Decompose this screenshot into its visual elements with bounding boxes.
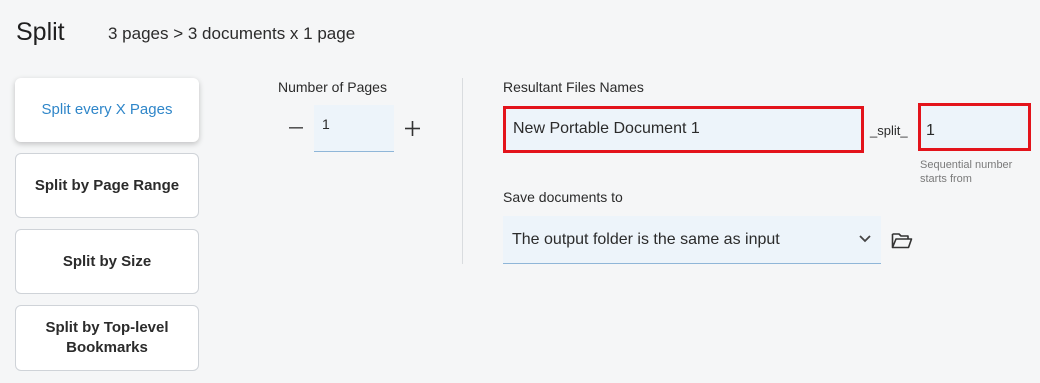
mode-split-by-bookmarks-button[interactable]: Split by Top-level Bookmarks	[15, 305, 199, 371]
vertical-divider	[462, 78, 463, 264]
sequence-start-input[interactable]	[918, 103, 1031, 151]
increment-button[interactable]	[399, 114, 425, 142]
number-of-pages-input[interactable]	[314, 105, 394, 152]
mode-split-by-size-button[interactable]: Split by Size	[15, 229, 199, 294]
mode-label: Split by Page Range	[34, 176, 180, 194]
sequence-hint: Sequential number starts from	[920, 159, 1013, 185]
mode-label: Split every X Pages	[41, 101, 173, 118]
page-title: Split	[16, 18, 65, 46]
plus-icon	[404, 120, 420, 136]
folder-open-icon	[891, 232, 913, 248]
minus-icon	[289, 127, 303, 129]
chevron-down-icon	[859, 235, 871, 243]
decrement-button[interactable]	[284, 114, 308, 142]
resultant-files-label: Resultant Files Names	[503, 79, 644, 95]
file-name-input[interactable]	[503, 106, 864, 153]
save-location-value: The output folder is the same as input	[512, 230, 780, 248]
split-summary: 3 pages > 3 documents x 1 page	[108, 24, 356, 43]
mode-split-every-x-pages-button[interactable]: Split every X Pages	[15, 78, 199, 142]
mode-label: Split by Size	[62, 252, 152, 270]
number-of-pages-label: Number of Pages	[278, 79, 387, 95]
browse-folder-button[interactable]	[890, 230, 914, 250]
split-separator: _split_	[870, 123, 908, 138]
save-documents-label: Save documents to	[503, 189, 623, 205]
mode-label: Split by Top-level Bookmarks	[45, 319, 169, 356]
save-location-dropdown[interactable]: The output folder is the same as input	[503, 216, 881, 264]
mode-split-by-page-range-button[interactable]: Split by Page Range	[15, 153, 199, 218]
